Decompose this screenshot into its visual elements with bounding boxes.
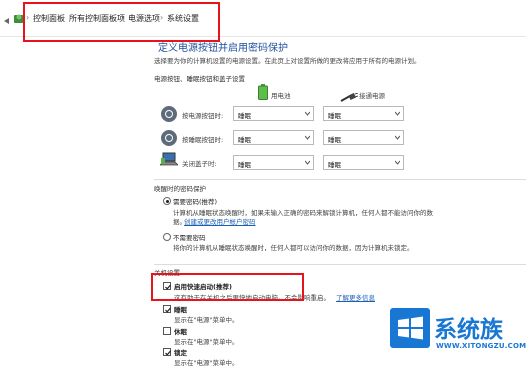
sleep-desc: 显示在"电源"菜单中。 xyxy=(174,316,239,324)
chevron-down-icon xyxy=(305,160,310,165)
hibernate-checkbox[interactable] xyxy=(163,327,171,335)
sleep-button-icon xyxy=(161,130,177,146)
lock-desc: 显示在"电源"菜单中。 xyxy=(174,359,239,367)
close-lid-battery-select[interactable]: 睡眠 xyxy=(233,155,314,170)
row-label-close-lid: 关闭盖子时: xyxy=(182,160,217,168)
hibernate-label: 休眠 xyxy=(174,328,187,336)
hibernate-desc: 显示在"电源"菜单中。 xyxy=(174,338,239,346)
learn-more-link[interactable]: 了解更多信息 xyxy=(336,292,375,302)
lock-label: 锁定 xyxy=(174,349,187,357)
power-buttons-section-label: 电源按钮、睡眠按钮和盖子设置 xyxy=(154,75,245,83)
change-password-link[interactable]: 创建或更改用户帐户密码 xyxy=(184,216,256,226)
section-divider xyxy=(154,264,526,265)
chevron-down-icon xyxy=(305,111,310,116)
sleep-label: 睡眠 xyxy=(174,306,187,314)
chevron-down-icon xyxy=(305,135,310,140)
highlight-box-breadcrumb xyxy=(23,2,220,42)
row-label-sleep-button: 按睡眠按钮时: xyxy=(182,136,224,144)
plug-icon xyxy=(340,88,359,102)
highlight-box-fast-startup xyxy=(151,273,304,301)
page-title: 定义电源按钮并启用密码保护 xyxy=(158,43,288,54)
plugged-column-label: 接通电源 xyxy=(359,92,385,100)
row-label-power-button: 按电源按钮时: xyxy=(182,112,224,120)
wake-password-section-label: 唤醒时的密码保护 xyxy=(154,185,206,193)
battery-icon xyxy=(258,84,268,100)
watermark-url: WWW.XITONGZU.COM xyxy=(436,342,526,350)
power-button-battery-select[interactable]: 睡眠 xyxy=(233,106,314,121)
sleep-button-plugged-select[interactable]: 睡眠 xyxy=(323,130,404,145)
select-value: 睡眠 xyxy=(238,161,251,169)
close-lid-plugged-select[interactable]: 睡眠 xyxy=(323,155,404,170)
select-value: 睡眠 xyxy=(328,161,341,169)
power-button-plugged-select[interactable]: 睡眠 xyxy=(323,106,404,121)
windows-logo-icon xyxy=(390,308,430,348)
no-password-radio[interactable] xyxy=(163,233,171,241)
no-password-desc: 将你的计算机从睡眠状态唤醒时，任何人都可以访问你的数据，因为计算机未锁定。 xyxy=(173,244,414,252)
select-value: 睡眠 xyxy=(238,136,251,144)
nav-arrow-icon[interactable] xyxy=(3,11,13,24)
laptop-lid-icon xyxy=(159,152,179,168)
chevron-down-icon xyxy=(395,160,400,165)
require-password-label: 需要密码(推荐) xyxy=(173,198,218,206)
page-description: 选择要为你的计算机设置的电源设置。在此页上对设置所做的更改将应用于所有的电源计划… xyxy=(154,57,421,65)
chevron-down-icon xyxy=(395,111,400,116)
power-button-icon xyxy=(161,106,177,122)
watermark-brand: 系统族 xyxy=(434,317,503,343)
require-password-radio[interactable] xyxy=(163,197,171,205)
select-value: 睡眠 xyxy=(328,112,341,120)
sleep-button-battery-select[interactable]: 睡眠 xyxy=(233,130,314,145)
select-value: 睡眠 xyxy=(328,136,341,144)
section-divider xyxy=(154,179,526,180)
battery-column-label: 用电池 xyxy=(271,92,291,100)
lock-checkbox[interactable] xyxy=(163,348,171,356)
sleep-checkbox[interactable] xyxy=(163,305,171,313)
select-value: 睡眠 xyxy=(238,112,251,120)
chevron-down-icon xyxy=(395,135,400,140)
no-password-label: 不需要密码 xyxy=(173,234,206,242)
